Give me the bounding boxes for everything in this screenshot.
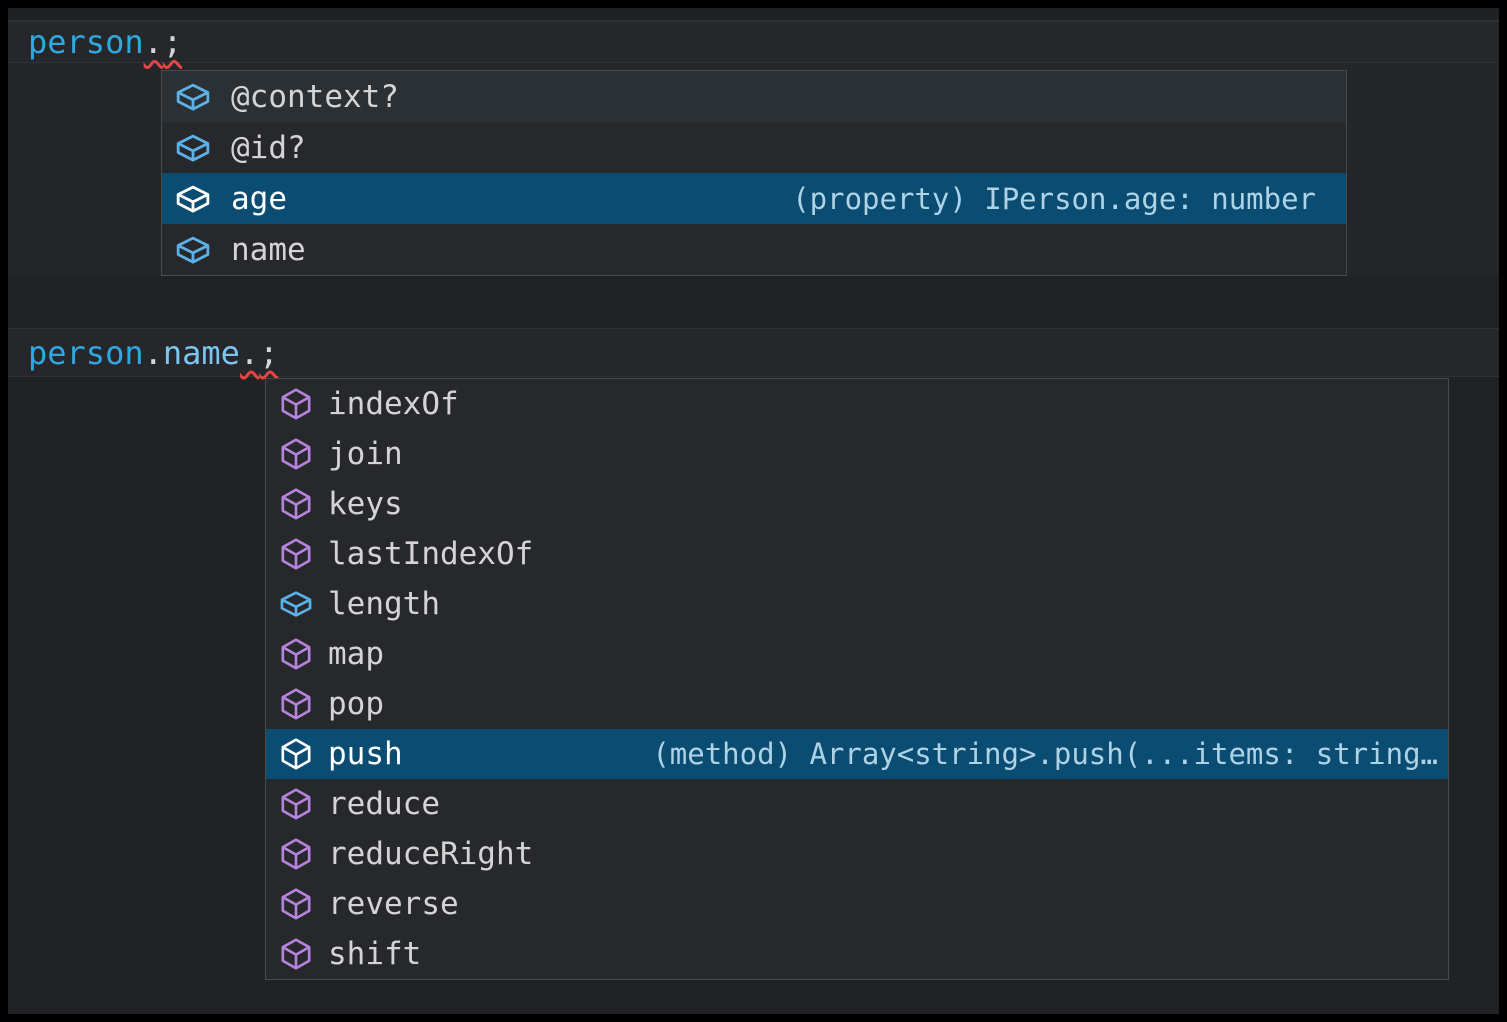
symbol-method-icon — [279, 937, 313, 971]
suggest-item-label: map — [328, 636, 384, 672]
symbol-method-icon — [279, 837, 313, 871]
suggest-item-pop[interactable]: pop — [266, 679, 1448, 729]
code-line-1[interactable]: person.; — [8, 21, 1499, 63]
suggest-item-age-selected[interactable]: age (property) IPerson.age: number — [162, 173, 1346, 224]
suggest-item-context[interactable]: @context? — [162, 71, 1346, 122]
symbol-method-icon — [279, 737, 313, 771]
symbol-method-icon — [279, 437, 313, 471]
suggest-item-detail: (property) IPerson.age: number — [792, 182, 1338, 216]
editor-snippet-1: person.; @context? @id? age (property) I… — [8, 8, 1499, 276]
suggest-item-push-selected[interactable]: push (method) Array<string>.push(...item… — [266, 729, 1448, 779]
suggest-item-name[interactable]: name — [162, 224, 1346, 275]
token-dot-error: . — [144, 26, 163, 58]
symbol-method-icon — [279, 537, 313, 571]
token-semicolon-error: ; — [259, 337, 278, 369]
suggest-item-reduce[interactable]: reduce — [266, 779, 1448, 829]
symbol-method-icon — [279, 687, 313, 721]
suggest-item-label: join — [328, 436, 403, 472]
suggest-item-keys[interactable]: keys — [266, 479, 1448, 529]
suggest-item-map[interactable]: map — [266, 629, 1448, 679]
editor-snippet-2: person.name.; indexOf join keys lastIn — [8, 276, 1499, 1014]
suggest-item-label: pop — [328, 686, 384, 722]
editor-top-strip — [8, 8, 1499, 21]
suggest-item-label: reduceRight — [328, 836, 533, 872]
suggest-item-label: age — [231, 181, 287, 217]
suggest-item-join[interactable]: join — [266, 429, 1448, 479]
symbol-field-icon — [279, 587, 313, 621]
suggest-item-label: @context? — [231, 79, 399, 115]
editor-screenshot: person.; @context? @id? age (property) I… — [0, 0, 1507, 1022]
suggest-widget-2: indexOf join keys lastIndexOf length — [265, 378, 1449, 980]
symbol-method-icon — [279, 787, 313, 821]
symbol-method-icon — [279, 487, 313, 521]
code-line-2[interactable]: person.name.; — [8, 328, 1499, 377]
token-variable: person — [28, 337, 144, 369]
symbol-method-icon — [279, 887, 313, 921]
symbol-field-icon — [175, 130, 211, 166]
suggest-item-label: keys — [328, 486, 403, 522]
suggest-item-reduceright[interactable]: reduceRight — [266, 829, 1448, 879]
suggest-item-id[interactable]: @id? — [162, 122, 1346, 173]
suggest-item-detail: (method) Array<string>.push(...items: st… — [652, 737, 1440, 771]
suggest-item-label: lastIndexOf — [328, 536, 533, 572]
token-property: name — [163, 337, 240, 369]
token-dot-error: . — [240, 337, 259, 369]
suggest-item-reverse[interactable]: reverse — [266, 879, 1448, 929]
symbol-method-icon — [279, 387, 313, 421]
suggest-item-label: push — [328, 736, 403, 772]
suggest-item-label: name — [231, 232, 306, 268]
suggest-item-length[interactable]: length — [266, 579, 1448, 629]
suggest-item-label: indexOf — [328, 386, 459, 422]
symbol-field-icon — [175, 181, 211, 217]
symbol-field-icon — [175, 79, 211, 115]
token-dot: . — [144, 337, 163, 369]
suggest-item-label: reduce — [328, 786, 440, 822]
suggest-item-shift[interactable]: shift — [266, 929, 1448, 979]
suggest-widget-1: @context? @id? age (property) IPerson.ag… — [161, 70, 1347, 276]
suggest-item-label: reverse — [328, 886, 459, 922]
suggest-item-label: shift — [328, 936, 421, 972]
symbol-method-icon — [279, 637, 313, 671]
suggest-item-indexof[interactable]: indexOf — [266, 379, 1448, 429]
symbol-field-icon — [175, 232, 211, 268]
token-semicolon-error: ; — [163, 26, 182, 58]
suggest-item-label: length — [328, 586, 440, 622]
editor-content: person.; @context? @id? age (property) I… — [8, 8, 1499, 1014]
suggest-item-label: @id? — [231, 130, 306, 166]
suggest-item-lastindexof[interactable]: lastIndexOf — [266, 529, 1448, 579]
token-variable: person — [28, 26, 144, 58]
